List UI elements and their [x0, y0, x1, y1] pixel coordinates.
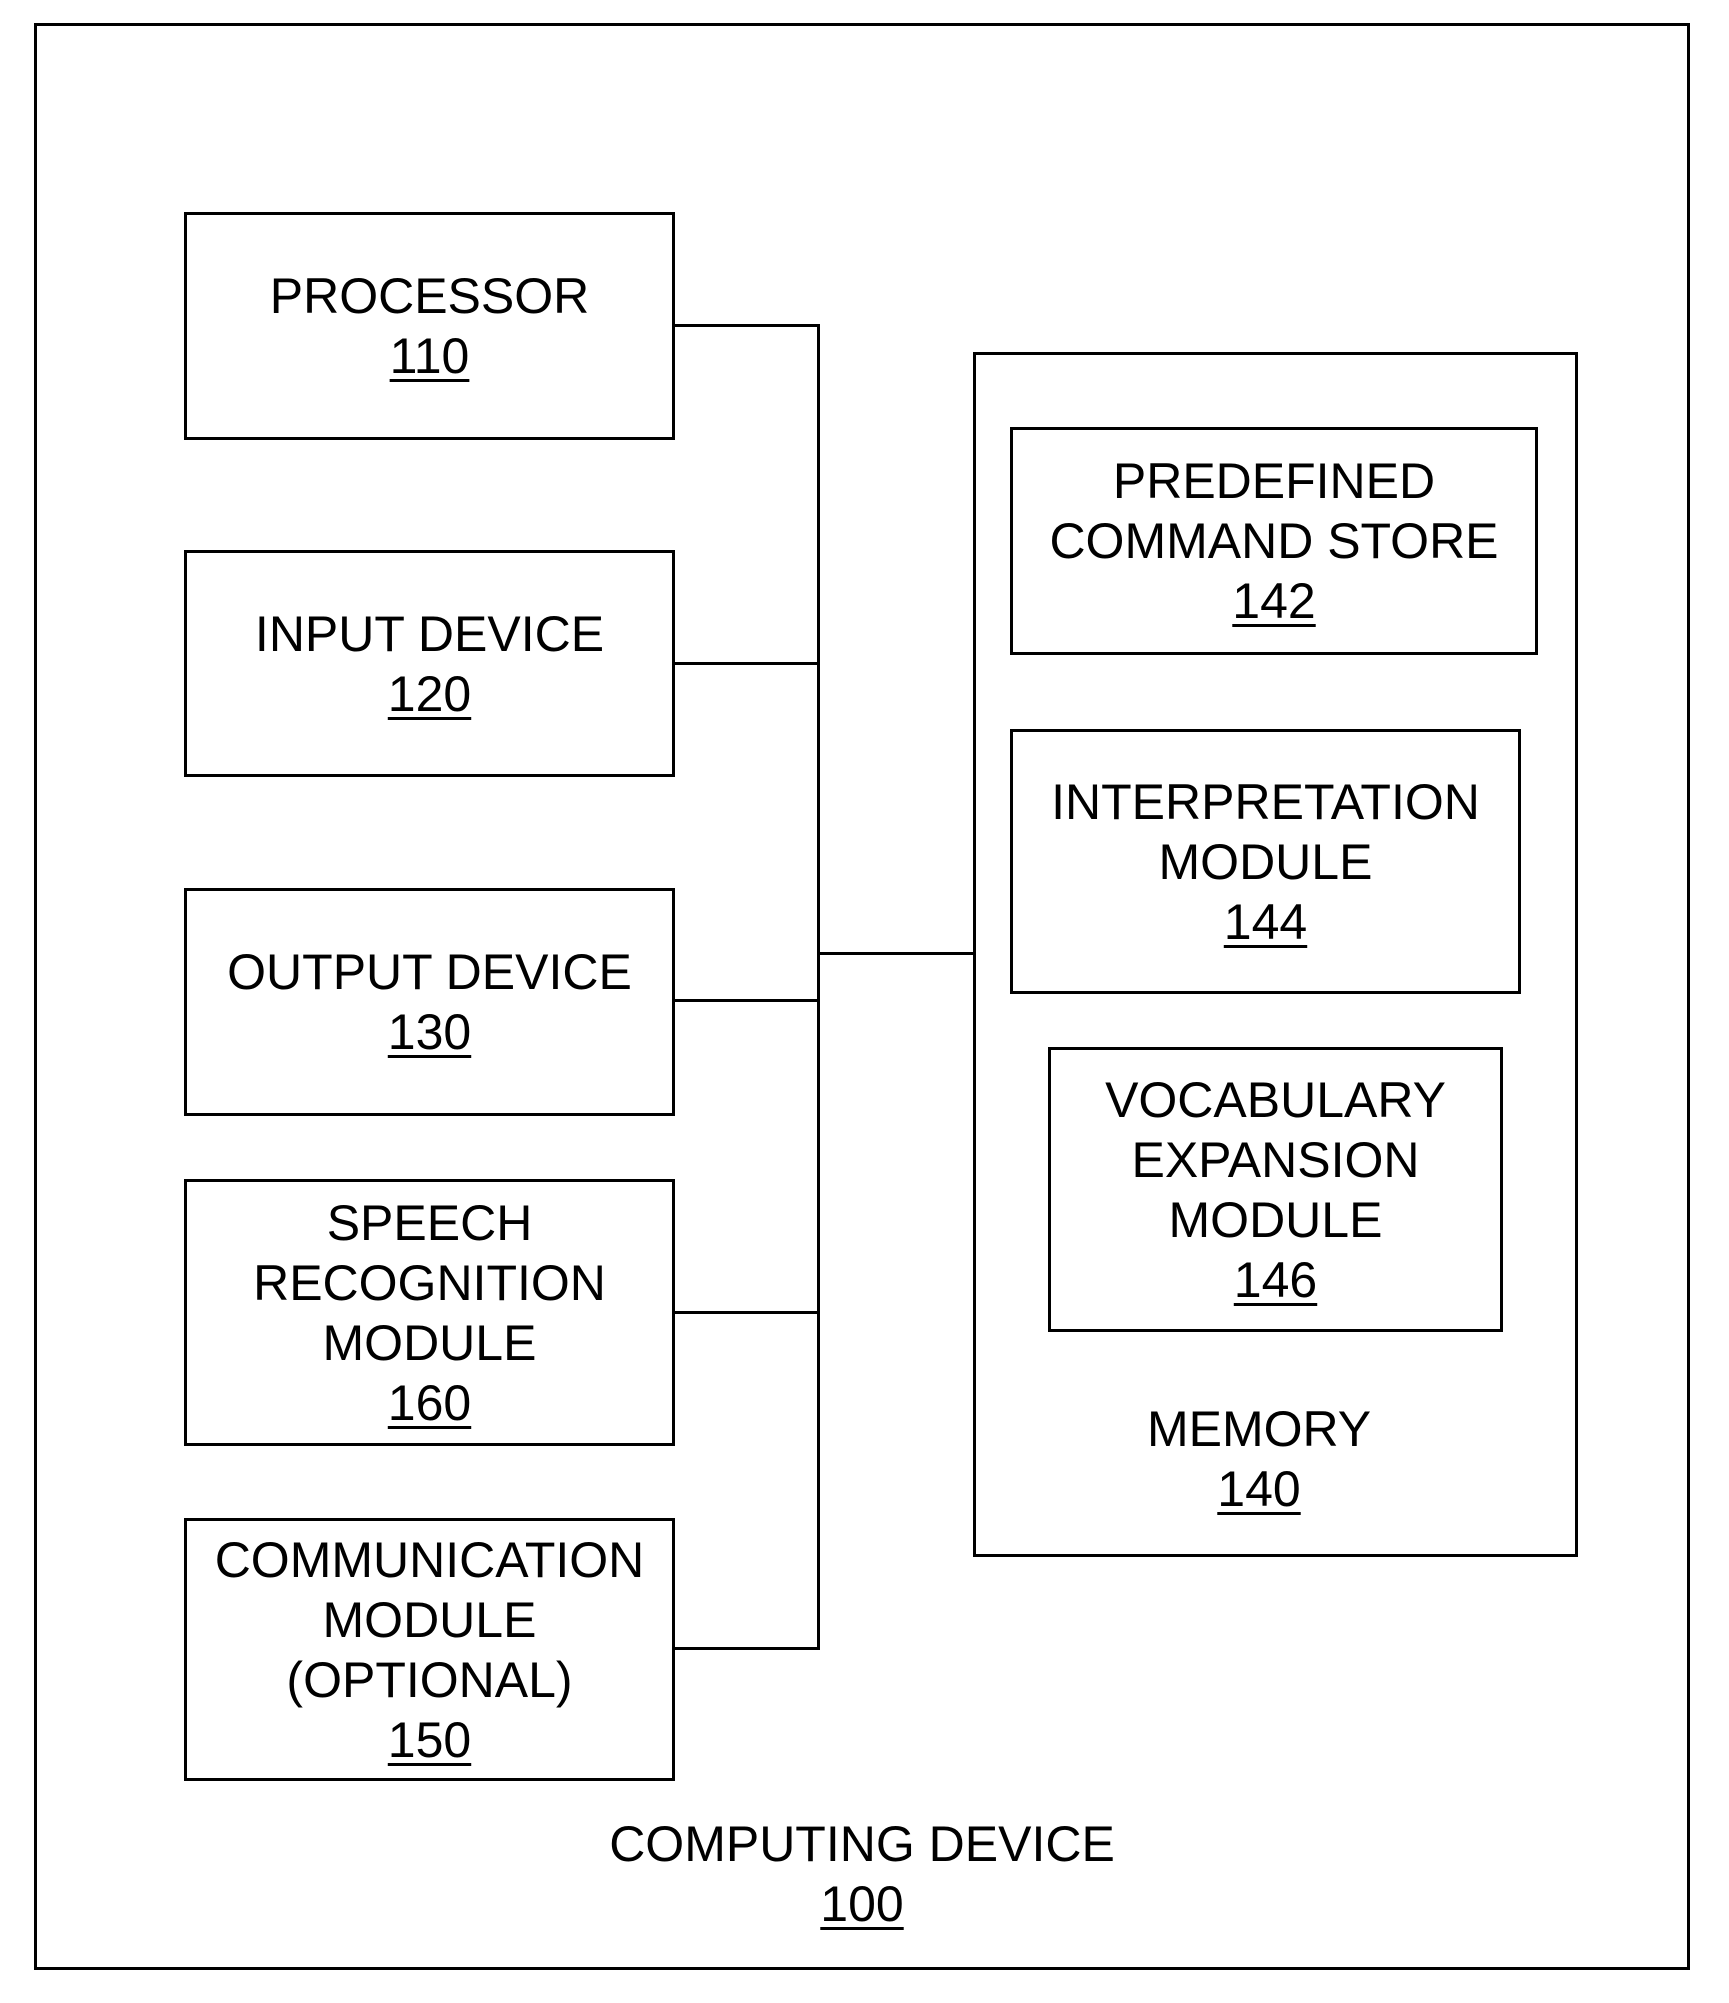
interpretation-module-ref: 144: [1223, 893, 1308, 950]
output-device-box: OUTPUT DEVICE 130: [184, 888, 675, 1116]
input-device-box: INPUT DEVICE 120: [184, 550, 675, 777]
connector-speech-recognition: [675, 1311, 820, 1314]
predefined-command-store-box: PREDEFINED COMMAND STORE 142: [1010, 427, 1538, 655]
vocabulary-expansion-ref: 146: [1233, 1251, 1318, 1308]
bus-vertical-line: [817, 324, 820, 1649]
processor-label: PROCESSOR: [269, 268, 590, 324]
connector-processor: [675, 324, 820, 327]
vocabulary-expansion-module-box: VOCABULARY EXPANSION MODULE 146: [1048, 1047, 1503, 1332]
vocabulary-expansion-label-line-1: VOCABULARY: [1105, 1071, 1446, 1128]
connector-input-device: [675, 662, 820, 665]
interpretation-module-box: INTERPRETATION MODULE 144: [1010, 729, 1521, 994]
speech-recognition-ref: 160: [387, 1374, 472, 1431]
communication-module-label-line-1: COMMUNICATION: [214, 1531, 645, 1588]
interpretation-module-label-line-2: MODULE: [1158, 833, 1373, 890]
communication-module-label-line-3: (OPTIONAL): [286, 1651, 573, 1708]
memory-ref: 140: [1217, 1461, 1301, 1517]
processor-box: PROCESSOR 110: [184, 212, 675, 440]
memory-title: MEMORY: [1146, 1401, 1372, 1457]
connector-output-device: [675, 999, 820, 1002]
computing-device-title: COMPUTING DEVICE: [609, 1816, 1115, 1872]
predefined-command-store-ref: 142: [1232, 573, 1316, 629]
predefined-command-store-label-line-1: PREDEFINED: [1112, 453, 1436, 509]
vocabulary-expansion-label-line-3: MODULE: [1168, 1191, 1383, 1248]
connector-memory: [817, 952, 976, 955]
speech-recognition-label-line-1: SPEECH: [326, 1194, 533, 1251]
input-device-ref: 120: [387, 665, 472, 722]
interpretation-module-label-line-1: INTERPRETATION: [1051, 773, 1480, 830]
output-device-ref: 130: [387, 1004, 472, 1060]
predefined-command-store-label-line-2: COMMAND STORE: [1049, 513, 1499, 569]
communication-module-ref: 150: [387, 1711, 472, 1768]
vocabulary-expansion-label-line-2: EXPANSION: [1131, 1131, 1420, 1188]
computing-device-ref: 100: [820, 1876, 904, 1932]
processor-ref: 110: [389, 328, 470, 384]
computing-device-label: COMPUTING DEVICE 100: [609, 1814, 1115, 1934]
communication-module-label-line-2: MODULE: [322, 1591, 537, 1648]
speech-recognition-label-line-3: MODULE: [322, 1314, 537, 1371]
communication-module-box: COMMUNICATION MODULE (OPTIONAL) 150: [184, 1518, 675, 1781]
output-device-label: OUTPUT DEVICE: [227, 944, 632, 1000]
speech-recognition-label-line-2: RECOGNITION: [253, 1254, 606, 1311]
memory-label: MEMORY 140: [1147, 1399, 1371, 1519]
connector-communication-module: [675, 1647, 820, 1650]
input-device-label: INPUT DEVICE: [254, 605, 605, 662]
speech-recognition-module-box: SPEECH RECOGNITION MODULE 160: [184, 1179, 675, 1446]
